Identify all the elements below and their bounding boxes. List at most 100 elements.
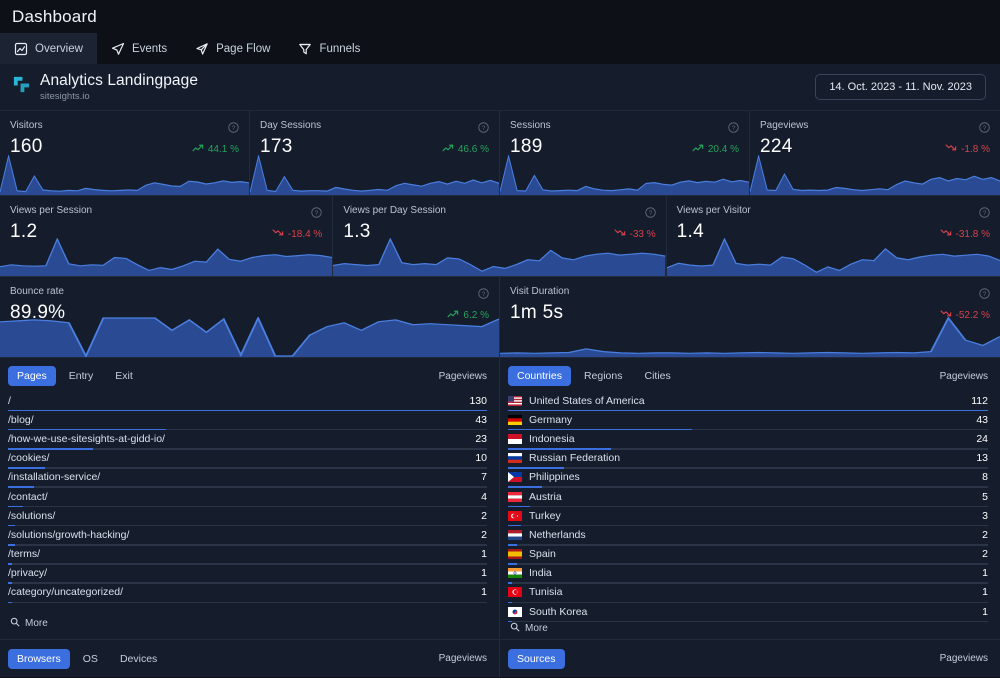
flag-icon-us <box>508 395 522 406</box>
date-range-selector[interactable]: 14. Oct. 2023 - 11. Nov. 2023 <box>815 74 986 100</box>
metric-delta: 44.1 % <box>207 143 239 155</box>
table-row[interactable]: India 1 <box>508 565 988 584</box>
row-bar-track <box>8 601 487 604</box>
sitesights-logo-icon <box>12 75 31 94</box>
table-row[interactable]: /privacy/1 <box>8 565 487 584</box>
row-label: Indonesia <box>529 432 575 445</box>
metric-title: Bounce rate <box>10 286 64 297</box>
row-label-wrap: Netherlands <box>508 529 586 541</box>
row-label: /terms/ <box>8 548 41 561</box>
help-icon[interactable]: ? <box>979 286 990 299</box>
row-label: Turkey <box>529 509 561 522</box>
row-label: /solutions/ <box>8 509 56 522</box>
row-label: Germany <box>529 413 573 426</box>
table-row[interactable]: /solutions/2 <box>8 507 487 527</box>
help-icon[interactable]: ? <box>644 205 656 218</box>
flag-icon-de <box>508 414 522 425</box>
countries-more-button[interactable]: More <box>500 622 1000 644</box>
metrics-row-2: Views per Session? 1.2 -18.4 % Views per Da… <box>0 196 1000 277</box>
tab-sources[interactable]: Sources <box>508 648 565 669</box>
table-row-line: Turkey 3 <box>508 507 988 526</box>
table-row[interactable]: /terms/1 <box>8 546 487 565</box>
pages-panel-header: Pages Entry Exit Pageviews <box>0 358 499 392</box>
table-row[interactable]: Indonesia 24 <box>508 430 988 450</box>
table-row[interactable]: /solutions/growth-hacking/2 <box>8 526 487 546</box>
row-label: /blog/ <box>8 413 34 426</box>
help-icon[interactable]: ? <box>478 120 489 133</box>
tab-devices[interactable]: Devices <box>111 649 166 669</box>
tab-browsers[interactable]: Browsers <box>8 648 70 669</box>
tab-pages[interactable]: Pages <box>8 366 56 386</box>
metric-delta: -1.8 % <box>961 143 990 155</box>
table-row[interactable]: Spain 2 <box>508 546 988 565</box>
nav-tab-label: Page Flow <box>216 42 271 55</box>
table-row[interactable]: /cookies/10 <box>8 450 487 469</box>
table-row[interactable]: Germany 43 <box>508 411 988 431</box>
help-icon[interactable]: ? <box>478 286 489 299</box>
trend-up-icon <box>192 143 205 155</box>
metric-card-visit-duration: Visit Duration? 1m 5s -52.2 % <box>500 277 1000 358</box>
page-title: Dashboard <box>12 6 97 26</box>
funnel-icon <box>298 42 312 56</box>
table-row[interactable]: Russian Federation 13 <box>508 450 988 469</box>
row-value: 2 <box>982 548 988 561</box>
table-row[interactable]: /contact/4 <box>8 488 487 508</box>
trend-up-icon <box>692 143 705 155</box>
table-row-line: /how-we-use-sitesights-at-gidd-io/23 <box>8 430 487 449</box>
metric-card-views-per-visitor: Views per Visitor? 1.4 -31.8 % <box>666 196 1000 277</box>
flag-icon-ph <box>508 472 522 483</box>
metric-card-header: Views per Session? <box>0 196 332 218</box>
flag-icon-kr <box>508 606 522 617</box>
flag-icon-at <box>508 491 522 502</box>
table-row[interactable]: /how-we-use-sitesights-at-gidd-io/23 <box>8 430 487 450</box>
row-label-wrap: Germany <box>508 414 572 426</box>
nav-tab-events[interactable]: Events <box>97 33 181 64</box>
table-row[interactable]: /blog/43 <box>8 411 487 431</box>
tab-os[interactable]: OS <box>74 649 107 669</box>
tab-countries[interactable]: Countries <box>508 366 571 386</box>
table-row-line: /terms/1 <box>8 546 487 565</box>
tab-entry[interactable]: Entry <box>60 366 103 386</box>
row-bar-fill <box>508 620 513 623</box>
nav-tab-page-flow[interactable]: Page Flow <box>181 33 284 64</box>
metric-card-visitors: Visitors? 160 44.1 % <box>0 111 250 196</box>
row-bar-track <box>508 620 988 623</box>
table-row[interactable]: United States of America 112 <box>508 392 988 412</box>
table-row[interactable]: /category/uncategorized/1 <box>8 584 487 604</box>
metric-card-views-per-session: Views per Session? 1.2 -18.4 % <box>0 196 334 277</box>
row-label: Philippines <box>529 471 580 484</box>
flow-arrow-icon <box>195 42 209 56</box>
help-icon[interactable]: ? <box>728 120 739 133</box>
table-row[interactable]: Philippines 8 <box>508 469 988 488</box>
table-row[interactable]: Turkey 3 <box>508 507 988 527</box>
nav-tab-overview[interactable]: Overview <box>0 33 97 64</box>
row-value: 1 <box>982 605 988 618</box>
metric-card-header: Sessions? <box>500 111 749 133</box>
metric-title: Views per Session <box>10 205 93 216</box>
flag-icon-id <box>508 433 522 444</box>
table-row[interactable]: /installation-service/7 <box>8 469 487 488</box>
table-row[interactable]: South Korea 1 <box>508 603 988 623</box>
table-row[interactable]: Tunisia 1 <box>508 584 988 604</box>
svg-text:?: ? <box>232 125 236 132</box>
row-value: 112 <box>971 394 988 407</box>
help-icon[interactable]: ? <box>311 205 323 218</box>
table-row-line: /category/uncategorized/1 <box>8 584 487 603</box>
row-value: 1 <box>481 567 487 580</box>
table-row[interactable]: / 130 <box>8 392 487 412</box>
table-row-line: /blog/43 <box>8 411 487 430</box>
table-row-line: South Korea 1 <box>508 603 988 622</box>
table-row[interactable]: Netherlands 2 <box>508 526 988 546</box>
help-icon[interactable]: ? <box>979 120 990 133</box>
nav-tab-funnels[interactable]: Funnels <box>284 33 374 64</box>
svg-text:?: ? <box>732 125 736 132</box>
row-label-wrap: India <box>508 567 552 579</box>
table-row[interactable]: Austria 5 <box>508 488 988 508</box>
help-icon[interactable]: ? <box>979 205 990 218</box>
metric-sparkline <box>500 317 1000 357</box>
pages-more-button[interactable]: More <box>0 617 499 639</box>
tab-cities[interactable]: Cities <box>635 366 679 386</box>
tab-regions[interactable]: Regions <box>575 366 632 386</box>
help-icon[interactable]: ? <box>228 120 239 133</box>
tab-exit[interactable]: Exit <box>106 366 142 386</box>
